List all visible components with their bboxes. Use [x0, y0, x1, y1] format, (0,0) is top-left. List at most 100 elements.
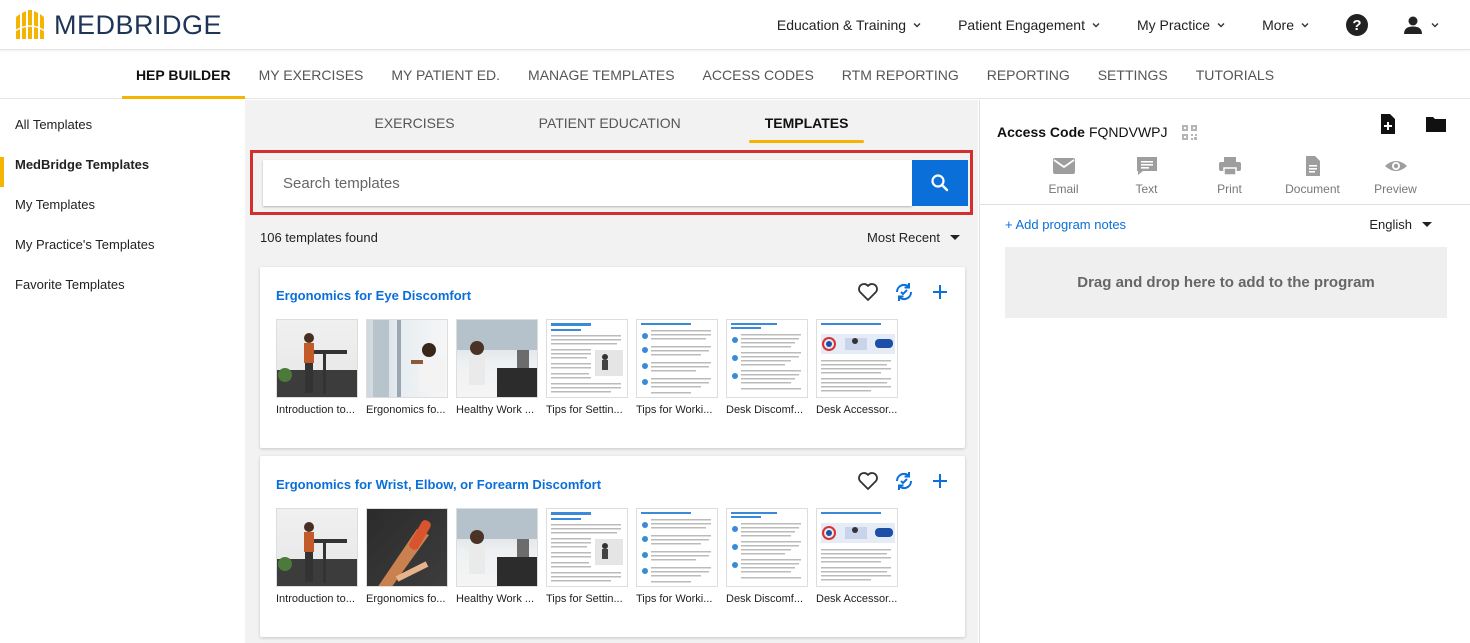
top-nav: Education & Training Patient Engagement …: [741, 0, 1440, 50]
medbridge-logo[interactable]: MEDBRIDGE: [14, 9, 222, 41]
folder-icon[interactable]: [1424, 112, 1448, 136]
thumb-caption: Tips for Worki...: [636, 593, 713, 605]
exercise-thumb[interactable]: Ergonomics fo...: [366, 319, 448, 416]
document-icon: [1305, 156, 1320, 176]
email-icon: [1052, 158, 1075, 174]
template-card[interactable]: Ergonomics for Wrist, Elbow, or Forearm …: [260, 456, 965, 637]
exercise-thumb[interactable]: Introduction to...: [276, 319, 358, 416]
add-plus-icon[interactable]: [929, 281, 951, 303]
thumb-caption: Introduction to...: [276, 593, 355, 605]
education-thumb[interactable]: Desk Accessor...: [816, 508, 898, 605]
eye-icon: [1384, 161, 1407, 171]
sidebar-item-practice-templates[interactable]: My Practice's Templates: [0, 220, 245, 260]
subnav-access-codes[interactable]: ACCESS CODES: [689, 51, 828, 99]
share-text[interactable]: Text: [1105, 156, 1188, 196]
thumb-document: [546, 508, 628, 587]
subnav-my-patient-ed[interactable]: MY PATIENT ED.: [377, 51, 514, 99]
search-box: [263, 160, 912, 206]
sidebar-item-medbridge-templates[interactable]: MedBridge Templates: [0, 140, 245, 187]
chevron-down-icon: [1217, 23, 1225, 28]
chevron-down-icon: [1301, 23, 1309, 28]
education-thumb[interactable]: Tips for Settin...: [546, 319, 628, 416]
exercise-thumb[interactable]: Ergonomics fo...: [366, 508, 448, 605]
content-tabs: EXERCISES PATIENT EDUCATION TEMPLATES: [245, 100, 978, 144]
template-card[interactable]: Ergonomics for Eye Discomfort Introducti…: [260, 267, 965, 448]
caret-down-icon: [950, 235, 960, 240]
thumb-caption: Ergonomics fo...: [366, 593, 446, 605]
sidebar-item-favorite-templates[interactable]: Favorite Templates: [0, 260, 245, 300]
education-thumb[interactable]: Desk Accessor...: [816, 319, 898, 416]
thumb-caption: Tips for Settin...: [546, 404, 623, 416]
thumb-document: [636, 319, 718, 398]
topnav-label: Education & Training: [776, 17, 907, 33]
user-menu[interactable]: [1402, 14, 1440, 36]
topnav-my-practice[interactable]: My Practice: [1137, 17, 1226, 33]
thumb-caption: Desk Discomf...: [726, 593, 804, 605]
exercise-thumb[interactable]: Introduction to...: [276, 508, 358, 605]
share-label: Preview: [1374, 182, 1417, 196]
subnav-rtm-reporting[interactable]: RTM REPORTING: [828, 51, 973, 99]
thumbnail-row: Introduction to... Ergonomics fo... Heal…: [276, 508, 906, 605]
sidebar-item-all-templates[interactable]: All Templates: [0, 100, 245, 140]
program-actions: [1352, 112, 1448, 136]
share-print[interactable]: Print: [1188, 156, 1271, 196]
chevron-down-icon: [913, 23, 921, 28]
thumb-caption: Tips for Settin...: [546, 593, 623, 605]
share-document[interactable]: Document: [1271, 156, 1354, 196]
results-row: 106 templates found Most Recent: [260, 228, 960, 248]
tab-patient-education[interactable]: PATIENT EDUCATION: [523, 100, 697, 144]
template-title[interactable]: Ergonomics for Eye Discomfort: [276, 288, 471, 303]
sidebar-item-my-templates[interactable]: My Templates: [0, 180, 245, 220]
topnav-patient-engagement[interactable]: Patient Engagement: [958, 17, 1101, 33]
education-thumb[interactable]: Tips for Settin...: [546, 508, 628, 605]
exercise-thumb[interactable]: Healthy Work ...: [456, 319, 538, 416]
sync-icon[interactable]: [893, 470, 915, 492]
medbridge-logo-icon: [14, 10, 46, 39]
sort-dropdown[interactable]: Most Recent: [867, 230, 960, 245]
access-code-label: Access Code: [997, 124, 1085, 140]
tab-exercises[interactable]: EXERCISES: [359, 100, 471, 144]
subnav-manage-templates[interactable]: MANAGE TEMPLATES: [514, 51, 689, 99]
caret-down-icon: [1422, 222, 1432, 227]
thumb-caption: Healthy Work ...: [456, 593, 535, 605]
sync-icon[interactable]: [893, 281, 915, 303]
education-thumb[interactable]: Tips for Worki...: [636, 508, 718, 605]
thumb-document: [546, 319, 628, 398]
search-button[interactable]: [912, 160, 968, 206]
education-thumb[interactable]: Desk Discomf...: [726, 319, 808, 416]
exercise-thumb[interactable]: Healthy Work ...: [456, 508, 538, 605]
template-title[interactable]: Ergonomics for Wrist, Elbow, or Forearm …: [276, 477, 601, 492]
subnav-hep-builder[interactable]: HEP BUILDER: [121, 51, 245, 99]
thumb-caption: Desk Accessor...: [816, 593, 898, 605]
topnav-education-training[interactable]: Education & Training: [777, 17, 922, 33]
thumb-caption: Tips for Worki...: [636, 404, 713, 416]
subnav-reporting[interactable]: REPORTING: [973, 51, 1084, 99]
education-thumb[interactable]: Desk Discomf...: [726, 508, 808, 605]
search-highlight-frame: [250, 150, 973, 215]
share-preview[interactable]: Preview: [1354, 156, 1437, 196]
program-drop-zone[interactable]: Drag and drop here to add to the program: [1005, 247, 1447, 318]
subnav-settings[interactable]: SETTINGS: [1084, 51, 1182, 99]
subnav-tutorials[interactable]: TUTORIALS: [1182, 51, 1288, 99]
add-program-notes-link[interactable]: + Add program notes: [1005, 217, 1126, 232]
search-input[interactable]: [263, 160, 912, 206]
subnav-my-exercises[interactable]: MY EXERCISES: [245, 51, 378, 99]
qr-code-icon[interactable]: [1181, 124, 1197, 140]
language-select[interactable]: English: [1369, 217, 1432, 232]
education-thumb[interactable]: Tips for Worki...: [636, 319, 718, 416]
share-options: Email Text Print Document Preview: [1022, 156, 1437, 196]
favorite-heart-icon[interactable]: [857, 281, 879, 303]
add-plus-icon[interactable]: [929, 470, 951, 492]
tab-templates[interactable]: TEMPLATES: [748, 100, 865, 144]
thumb-image: [366, 319, 448, 398]
message-icon: [1136, 157, 1157, 175]
new-document-icon[interactable]: [1376, 112, 1400, 136]
favorite-heart-icon[interactable]: [857, 470, 879, 492]
chevron-down-icon: [1092, 23, 1100, 28]
share-email[interactable]: Email: [1022, 156, 1105, 196]
user-icon: [1404, 16, 1422, 34]
thumb-image: [456, 508, 538, 587]
help-icon[interactable]: ?: [1346, 14, 1368, 36]
divider: [980, 204, 1470, 205]
topnav-more[interactable]: More: [1262, 17, 1310, 33]
